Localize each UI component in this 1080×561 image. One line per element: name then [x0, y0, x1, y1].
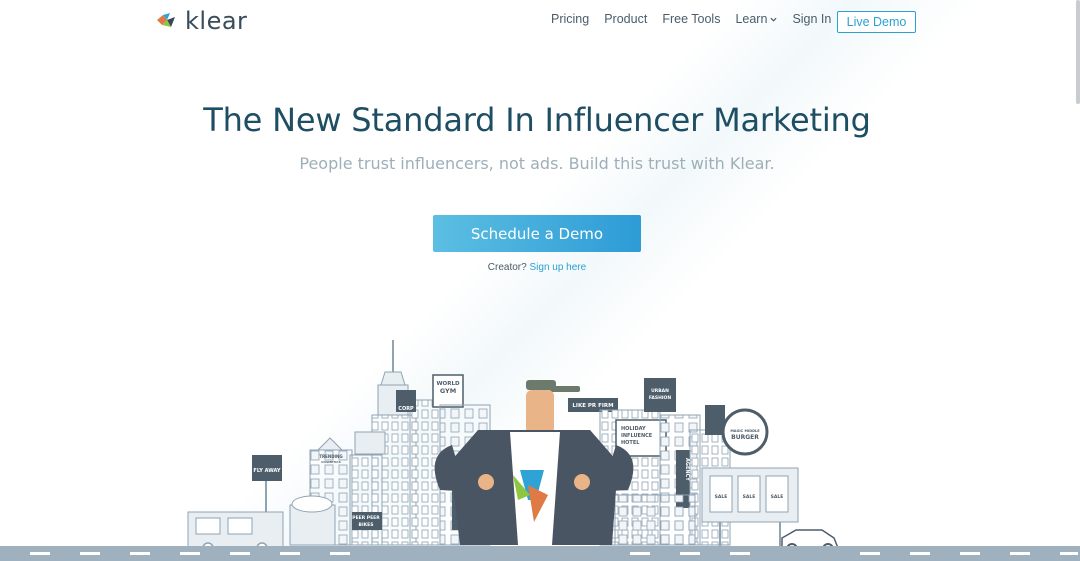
- nav-pricing[interactable]: Pricing: [551, 12, 589, 26]
- main-nav: Pricing Product Free Tools Learn Sign In: [551, 12, 846, 26]
- sign-hotel: HOTEL: [621, 440, 640, 446]
- hero-subtitle: People trust influencers, not ads. Build…: [299, 154, 775, 173]
- scrollbar[interactable]: [1076, 0, 1080, 104]
- sign-influence: INFLUENCE: [621, 433, 653, 439]
- sign-cosmetics: COSMETICS: [321, 460, 341, 464]
- creator-signup-link[interactable]: Sign up here: [529, 262, 586, 273]
- sign-peer-peer: PEER PEER: [352, 515, 380, 521]
- sign-sale-1: SALE: [715, 494, 728, 500]
- klear-logo-icon: [157, 13, 175, 27]
- nav-sign-in[interactable]: Sign In: [792, 12, 831, 26]
- nav-product[interactable]: Product: [604, 12, 647, 26]
- left-buildings: [187, 431, 386, 554]
- sign-burger: BURGER: [731, 434, 759, 441]
- sign-corp: CORP: [398, 406, 414, 412]
- creator-prefix: Creator?: [487, 262, 527, 273]
- city-illustration: CORP WORLD GYM LIKE PR FIRM URBAN FASHIO…: [0, 340, 1080, 561]
- schedule-demo-button[interactable]: Schedule a Demo: [433, 215, 641, 252]
- klear-logo[interactable]: klear: [157, 6, 247, 36]
- nav-learn-label: Learn: [735, 12, 768, 26]
- sign-gym: GYM: [440, 387, 456, 395]
- sign-holiday: HOLIDAY: [621, 426, 646, 432]
- sign-bikes: BIKES: [359, 522, 374, 528]
- hero-title: The New Standard In Influencer Marketing: [203, 101, 871, 139]
- sign-agency: AGENCY: [684, 458, 690, 481]
- sign-fashion: FASHION: [649, 395, 672, 401]
- sign-urban: URBAN: [651, 388, 669, 394]
- live-demo-button[interactable]: Live Demo: [837, 11, 916, 33]
- sign-fly-away: FLY AWAY: [253, 468, 281, 474]
- sign-sale-2: SALE: [743, 494, 756, 500]
- nav-learn[interactable]: Learn: [735, 12, 777, 26]
- chevron-down-icon: [770, 17, 777, 22]
- sign-like-pr-firm: LIKE PR FIRM: [572, 403, 613, 409]
- logo-text: klear: [185, 7, 248, 35]
- sign-sale-3: SALE: [771, 494, 784, 500]
- sign-trending: TRENDING: [319, 454, 342, 459]
- creator-signup: Creator? Sign up here: [0, 262, 1074, 273]
- nav-free-tools[interactable]: Free Tools: [662, 12, 720, 26]
- road: [0, 546, 1080, 561]
- sign-burger-top: MAGIC MIDDLE: [730, 429, 760, 433]
